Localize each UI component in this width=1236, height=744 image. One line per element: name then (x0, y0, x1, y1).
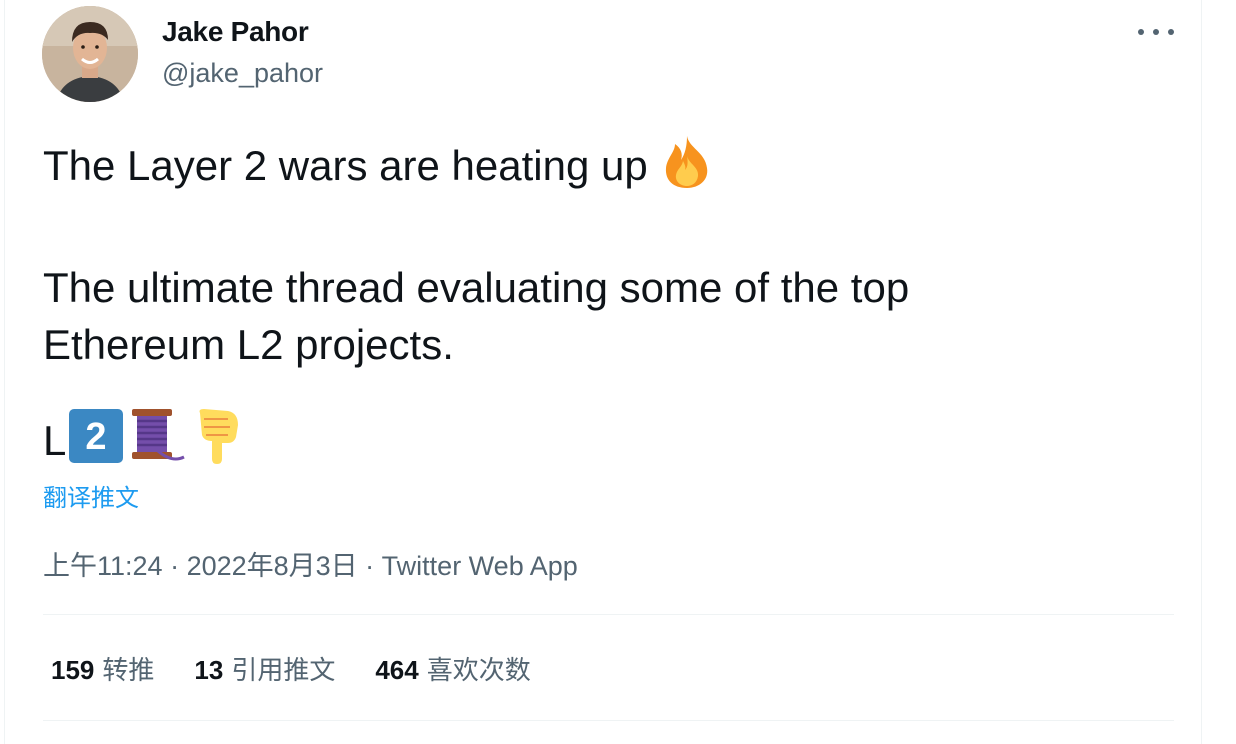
stat-label: 喜欢次数 (426, 655, 531, 685)
tweet-time[interactable]: 上午11:24 (43, 551, 163, 581)
tweet-date[interactable]: 2022年8月3日 (187, 551, 358, 581)
tweet-line-3: L 2 (43, 407, 242, 475)
svg-text:2: 2 (86, 416, 107, 458)
pointing-down-icon (194, 407, 242, 475)
like-count[interactable]: 464 喜欢次数 (375, 650, 530, 687)
tweet-text: The Layer 2 wars are heating up The ulti… (43, 134, 1173, 373)
tweet-line-1: The Layer 2 wars are heating up (43, 134, 1173, 202)
avatar[interactable] (42, 6, 138, 102)
divider (43, 614, 1174, 615)
divider (43, 720, 1174, 721)
meta-separator: · (357, 551, 382, 581)
more-dot-icon (1168, 29, 1174, 35)
tweet-line-1-text: The Layer 2 wars are heating up (43, 142, 648, 189)
keycap-2-icon: 2 (68, 408, 124, 474)
avatar-image (42, 6, 138, 102)
stat-label: 转推 (102, 655, 155, 685)
tweet-line-2: The ultimate thread evaluating some of t… (43, 264, 910, 311)
tweet-blank-line (43, 202, 1173, 259)
more-dot-icon (1138, 29, 1144, 35)
stat-label: 引用推文 (231, 655, 336, 685)
tweet-stats: 159 转推 13 引用推文 464 喜欢次数 (51, 650, 531, 687)
more-dot-icon (1153, 29, 1159, 35)
author-handle[interactable]: @jake_pahor (162, 58, 323, 89)
thread-spool-icon (128, 407, 188, 475)
tweet-metadata: 上午11:24 · 2022年8月3日 · Twitter Web App (43, 544, 578, 583)
translate-tweet-link[interactable]: 翻译推文 (43, 478, 139, 513)
more-options-button[interactable] (1138, 20, 1174, 44)
stat-count: 13 (194, 655, 224, 685)
retweet-count[interactable]: 159 转推 (51, 650, 154, 687)
meta-separator: · (162, 551, 187, 581)
fire-icon (659, 134, 715, 202)
tweet-source[interactable]: Twitter Web App (382, 551, 578, 581)
author-name[interactable]: Jake Pahor (162, 16, 309, 48)
stat-count: 159 (51, 655, 95, 685)
tweet-card: Jake Pahor @jake_pahor The Layer 2 wars … (4, 0, 1202, 744)
tweet-line-3-text: L (43, 417, 67, 464)
tweet-line-2b: Ethereum L2 projects. (43, 321, 454, 368)
quote-tweet-count[interactable]: 13 引用推文 (194, 650, 335, 687)
stat-count: 464 (375, 655, 419, 685)
